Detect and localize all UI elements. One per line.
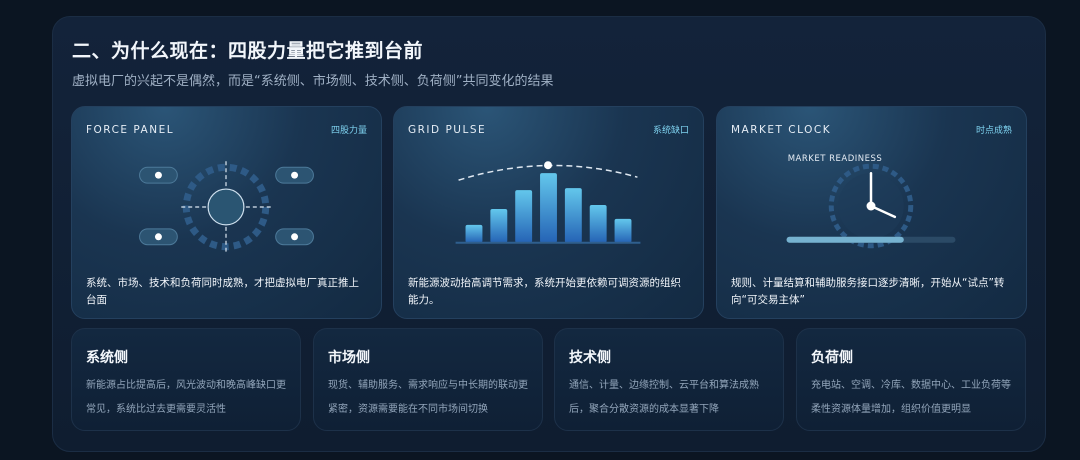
card-label: FORCE PANEL (86, 123, 175, 136)
readiness-fill (786, 236, 904, 243)
market-clock-visual (786, 163, 956, 249)
force-panel-visual (139, 161, 314, 253)
market-clock-card: MARKET CLOCK 时点成熟 MARKET READINESS 规则、计量… (716, 106, 1027, 319)
bar (614, 218, 632, 243)
bar (490, 208, 508, 243)
force-card-load: 负荷侧 充电站、空调、冷库、数据中心、工业负荷等柔性资源体量增加，组织价值更明显 (796, 328, 1026, 431)
force-card-technology: 技术侧 通信、计量、边缘控制、云平台和算法成熟后，聚合分散资源的成本显著下降 (554, 328, 784, 431)
section-title: 二、为什么现在：四股力量把它推到台前 (72, 40, 424, 62)
node-top-left (139, 166, 178, 184)
node-bottom-left (139, 228, 178, 246)
force-title: 技术侧 (569, 350, 611, 366)
section-subtitle: 虚拟电厂的兴起不是偶然，而是“系统侧、市场侧、技术侧、负荷侧”共同变化的结果 (72, 74, 554, 89)
grid-pulse-visual (455, 161, 641, 244)
force-card-system: 系统侧 新能源占比提高后，风光波动和晚高峰缺口更常见，系统比过去更需要灵活性 (71, 328, 301, 431)
card-label: MARKET CLOCK (731, 123, 832, 136)
card-description: 规则、计量结算和辅助服务接口逐步清晰，开始从“试点”转向“可交易主体” (731, 277, 1005, 306)
force-title: 负荷侧 (811, 350, 853, 366)
bar (564, 188, 582, 243)
card-label: GRID PULSE (408, 123, 487, 136)
card-tag: 四股力量 (330, 126, 367, 136)
card-description: 新能源波动抬高调节需求，系统开始更依赖可调资源的组织能力。 (408, 277, 681, 306)
force-description: 通信、计量、边缘控制、云平台和算法成熟后，聚合分散资源的成本显著下降 (569, 380, 759, 415)
force-panel-card: FORCE PANEL 四股力量 系统、市场、技术和负荷同时成熟，才把虚拟电厂真… (71, 106, 382, 319)
force-description: 现货、辅助服务、需求响应与中长期的联动更紧密，资源需要能在不同市场间切换 (328, 380, 528, 415)
force-title: 市场侧 (328, 350, 370, 366)
bar (515, 190, 533, 243)
bar (465, 224, 483, 243)
card-tag: 系统缺口 (652, 126, 689, 136)
grid-pulse-card: GRID PULSE 系统缺口 新能源波动抬高调节需求，系统开始更依赖可调资源的… (393, 106, 704, 319)
node-bottom-right (275, 228, 314, 246)
force-description: 充电站、空调、冷库、数据中心、工业负荷等柔性资源体量增加，组织价值更明显 (811, 380, 1011, 415)
card-description: 系统、市场、技术和负荷同时成熟，才把虚拟电厂真正推上台面 (86, 277, 359, 306)
node-top-right (275, 166, 314, 184)
force-card-market: 市场侧 现货、辅助服务、需求响应与中长期的联动更紧密，资源需要能在不同市场间切换 (313, 328, 543, 431)
force-title: 系统侧 (86, 350, 128, 366)
card-tag: 时点成熟 (975, 126, 1012, 136)
force-description: 新能源占比提高后，风光波动和晚高峰缺口更常见，系统比过去更需要灵活性 (86, 380, 286, 415)
bar (589, 204, 607, 243)
bar (540, 173, 557, 243)
